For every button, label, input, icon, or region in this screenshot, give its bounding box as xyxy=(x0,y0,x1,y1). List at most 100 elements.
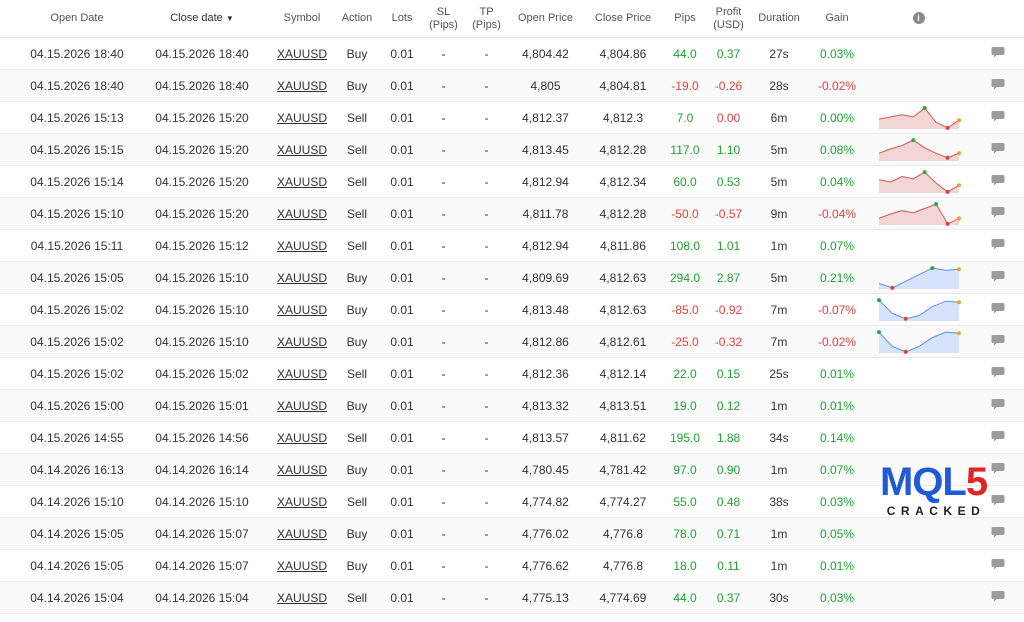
table-row[interactable]: 04.15.2026 15:05 04.15.2026 15:10 XAUUSD Bu… xyxy=(0,261,1024,294)
table-header-row: Open Date Close date ▼ Symbol Action Lot… xyxy=(0,0,1024,38)
comment-icon[interactable] xyxy=(991,591,1005,605)
cell-sl: - xyxy=(422,357,465,390)
cell-open-price: 4,812.94 xyxy=(508,165,583,198)
symbol-link[interactable]: XAUUSD xyxy=(277,175,327,189)
symbol-link[interactable]: XAUUSD xyxy=(277,271,327,285)
col-tp[interactable]: TP (Pips) xyxy=(465,0,508,38)
table-row[interactable]: 04.14.2026 15:10 04.14.2026 15:10 XAUUSD Se… xyxy=(0,485,1024,518)
col-sl[interactable]: SL (Pips) xyxy=(422,0,465,38)
logo-text-mql: MQL xyxy=(880,460,967,504)
symbol-link[interactable]: XAUUSD xyxy=(277,495,327,509)
comment-icon[interactable] xyxy=(991,527,1005,541)
table-row[interactable]: 04.15.2026 15:15 04.15.2026 15:20 XAUUSD Se… xyxy=(0,133,1024,166)
cell-profit: 0.90 xyxy=(707,453,750,486)
cell-profit: 0.15 xyxy=(707,357,750,390)
table-row[interactable]: 04.14.2026 16:13 04.14.2026 16:14 XAUUSD Bu… xyxy=(0,453,1024,486)
cell-action: Sell xyxy=(332,357,382,390)
comment-icon[interactable] xyxy=(991,431,1005,445)
table-row[interactable]: 04.15.2026 15:13 04.15.2026 15:20 XAUUSD Se… xyxy=(0,101,1024,134)
cell-symbol: XAUUSD xyxy=(272,261,332,294)
comment-icon[interactable] xyxy=(991,207,1005,221)
col-open-price[interactable]: Open Price xyxy=(508,0,583,38)
cell-open-price: 4,774.82 xyxy=(508,485,583,518)
table-row[interactable]: 04.15.2026 18:40 04.15.2026 18:40 XAUUSD Bu… xyxy=(0,37,1024,70)
table-row[interactable]: 04.14.2026 15:05 04.14.2026 15:07 XAUUSD Bu… xyxy=(0,549,1024,582)
cell-open-date: 04.15.2026 15:02 xyxy=(22,357,132,390)
sparkline-max-point xyxy=(922,105,927,110)
symbol-link[interactable]: XAUUSD xyxy=(277,527,327,541)
symbol-link[interactable]: XAUUSD xyxy=(277,367,327,381)
col-pips[interactable]: Pips xyxy=(663,0,707,38)
col-symbol[interactable]: Symbol xyxy=(272,0,332,38)
comment-icon[interactable] xyxy=(991,111,1005,125)
col-open-date[interactable]: Open Date xyxy=(22,0,132,38)
comment-icon[interactable] xyxy=(991,239,1005,253)
cell-gain: -0.02% xyxy=(808,69,866,102)
sparkline-area xyxy=(878,107,959,129)
symbol-link[interactable]: XAUUSD xyxy=(277,399,327,413)
info-icon[interactable]: i xyxy=(912,12,925,24)
comment-icon[interactable] xyxy=(991,495,1005,509)
symbol-link[interactable]: XAUUSD xyxy=(277,303,327,317)
cell-action: Buy xyxy=(332,453,382,486)
symbol-link[interactable]: XAUUSD xyxy=(277,47,327,61)
col-gain[interactable]: Gain xyxy=(808,0,866,38)
cell-lots: 0.01 xyxy=(382,581,422,614)
comment-icon[interactable] xyxy=(991,559,1005,573)
comment-icon[interactable] xyxy=(991,143,1005,157)
sparkline-max-point xyxy=(910,137,915,142)
table-row[interactable]: 04.15.2026 15:11 04.15.2026 15:12 XAUUSD Se… xyxy=(0,229,1024,262)
cell-lots: 0.01 xyxy=(382,165,422,198)
comment-icon[interactable] xyxy=(991,335,1005,349)
symbol-link[interactable]: XAUUSD xyxy=(277,111,327,125)
cell-sl: - xyxy=(422,293,465,326)
comment-icon[interactable] xyxy=(991,175,1005,189)
cell-comment xyxy=(971,261,1024,294)
cell-pips: 22.0 xyxy=(663,357,707,390)
table-row[interactable]: 04.14.2026 15:04 04.14.2026 15:04 XAUUSD Se… xyxy=(0,581,1024,614)
watermark-logo: MQL5 CRACKED xyxy=(880,462,992,520)
table-row[interactable]: 04.15.2026 15:02 04.15.2026 15:10 XAUUSD Bu… xyxy=(0,293,1024,326)
symbol-link[interactable]: XAUUSD xyxy=(277,79,327,93)
symbol-link[interactable]: XAUUSD xyxy=(277,463,327,477)
symbol-link[interactable]: XAUUSD xyxy=(277,239,327,253)
col-close-date[interactable]: Close date ▼ xyxy=(132,0,272,38)
symbol-link[interactable]: XAUUSD xyxy=(277,143,327,157)
table-row[interactable]: 04.15.2026 15:02 04.15.2026 15:10 XAUUSD Bu… xyxy=(0,325,1024,358)
table-row[interactable]: 04.15.2026 15:14 04.15.2026 15:20 XAUUSD Se… xyxy=(0,165,1024,198)
cell-gain: -0.04% xyxy=(808,197,866,230)
table-row[interactable]: 04.14.2026 15:05 04.14.2026 15:07 XAUUSD Bu… xyxy=(0,517,1024,550)
sparkline-end-point xyxy=(956,266,961,271)
cell-close-price: 4,776.8 xyxy=(583,517,663,550)
table-row[interactable]: 04.15.2026 15:10 04.15.2026 15:20 XAUUSD Se… xyxy=(0,197,1024,230)
cell-tp: - xyxy=(465,517,508,550)
cell-close-price: 4,812.14 xyxy=(583,357,663,390)
cell-pips: 18.0 xyxy=(663,549,707,582)
symbol-link[interactable]: XAUUSD xyxy=(277,207,327,221)
comment-icon[interactable] xyxy=(991,399,1005,413)
sparkline-min-point xyxy=(903,349,908,354)
comment-icon[interactable] xyxy=(991,367,1005,381)
comment-icon[interactable] xyxy=(991,303,1005,317)
comment-icon[interactable] xyxy=(991,271,1005,285)
symbol-link[interactable]: XAUUSD xyxy=(277,591,327,605)
table-row[interactable]: 04.15.2026 14:55 04.15.2026 14:56 XAUUSD Se… xyxy=(0,421,1024,454)
cell-close-price: 4,774.27 xyxy=(583,485,663,518)
col-lots[interactable]: Lots xyxy=(382,0,422,38)
col-close-price[interactable]: Close Price xyxy=(583,0,663,38)
symbol-link[interactable]: XAUUSD xyxy=(277,559,327,573)
comment-icon[interactable] xyxy=(991,79,1005,93)
comment-icon[interactable] xyxy=(991,47,1005,61)
table-row[interactable]: 04.15.2026 18:40 04.15.2026 18:40 XAUUSD Bu… xyxy=(0,69,1024,102)
col-action[interactable]: Action xyxy=(332,0,382,38)
cell-close-date: 04.15.2026 18:40 xyxy=(132,69,272,102)
col-profit[interactable]: Profit (USD) xyxy=(707,0,750,38)
table-row[interactable]: 04.15.2026 15:00 04.15.2026 15:01 XAUUSD Bu… xyxy=(0,389,1024,422)
symbol-link[interactable]: XAUUSD xyxy=(277,335,327,349)
comment-icon[interactable] xyxy=(991,463,1005,477)
cell-profit: 1.88 xyxy=(707,421,750,454)
symbol-link[interactable]: XAUUSD xyxy=(277,431,327,445)
table-row[interactable]: 04.15.2026 15:02 04.15.2026 15:02 XAUUSD Se… xyxy=(0,357,1024,390)
cell-open-date: 04.15.2026 15:02 xyxy=(22,293,132,326)
col-duration[interactable]: Duration xyxy=(750,0,808,38)
